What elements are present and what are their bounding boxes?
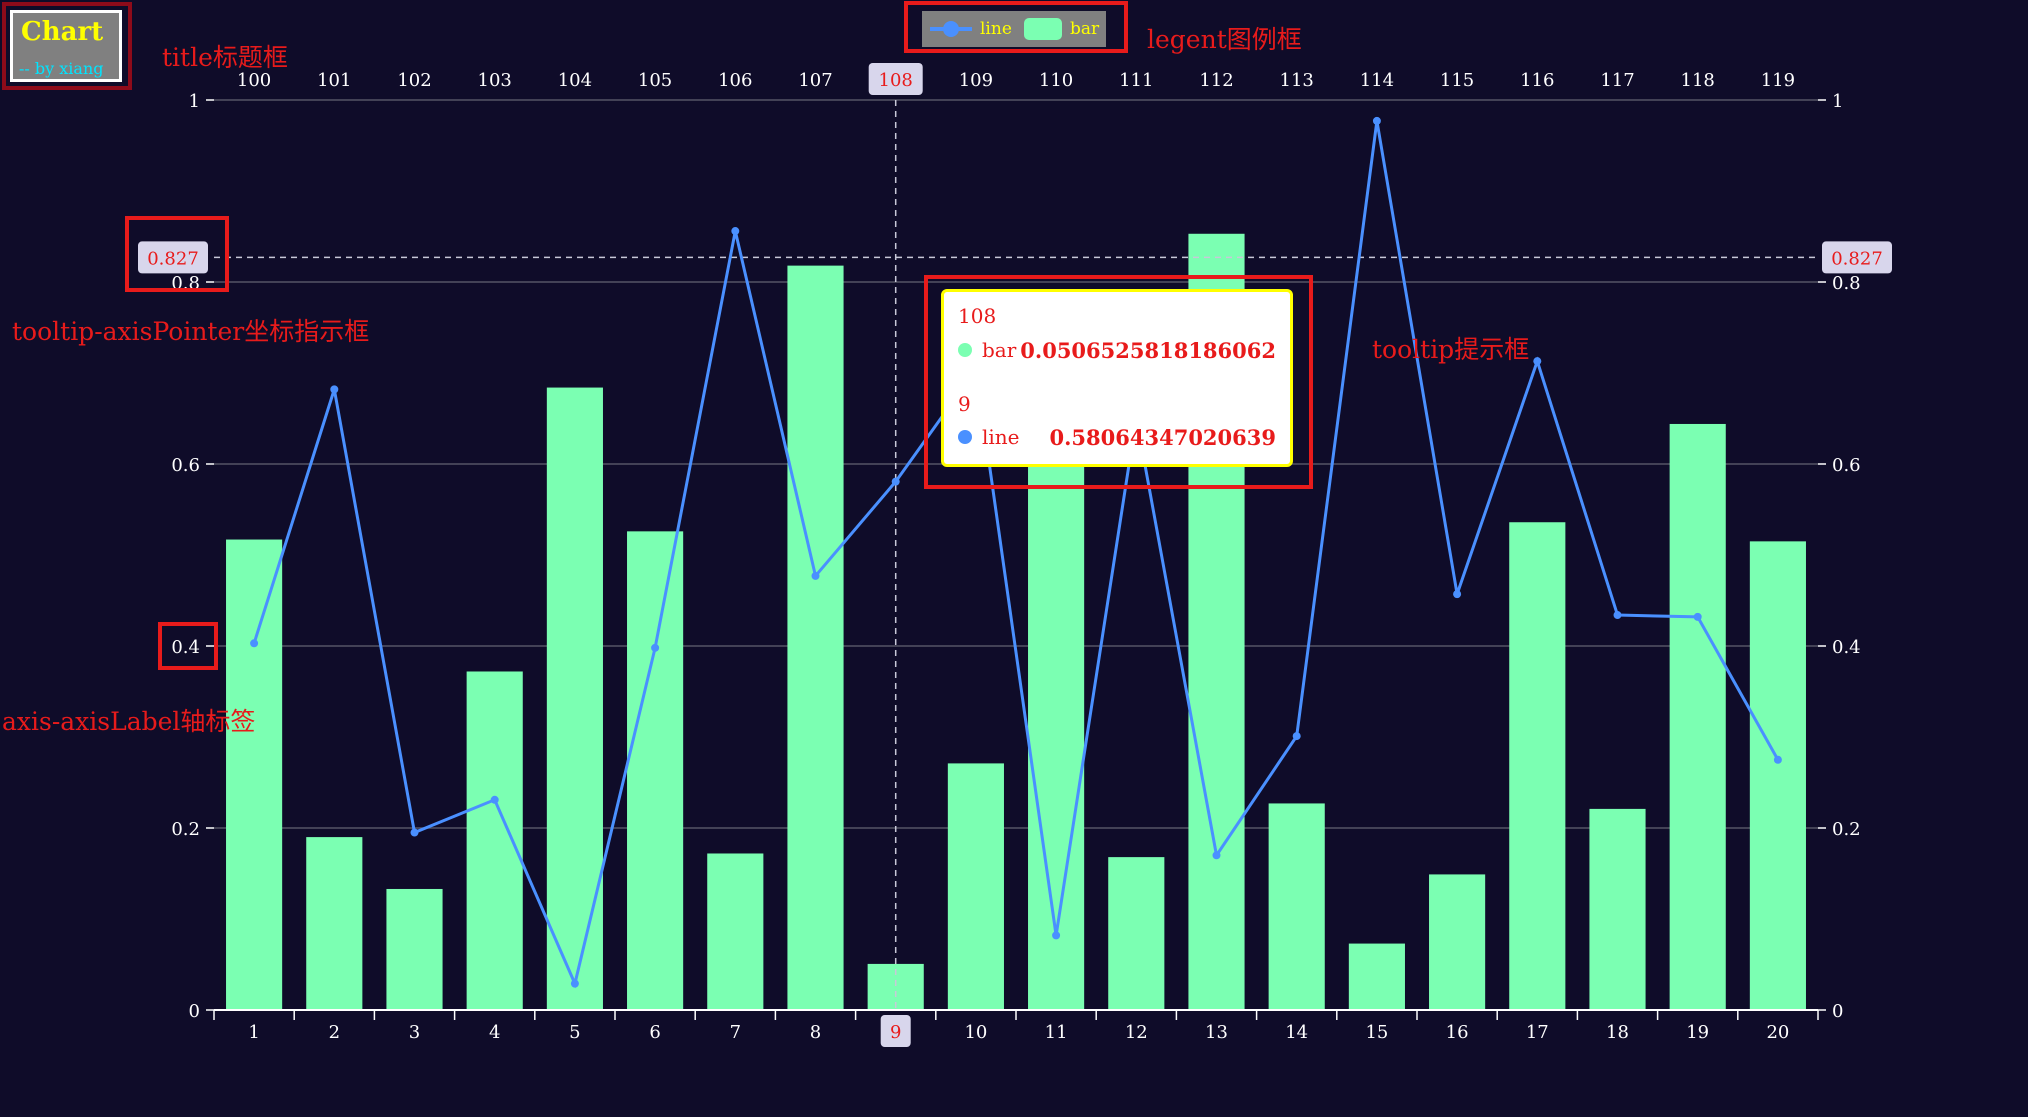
top-tick-label: 102 xyxy=(397,70,431,91)
bar xyxy=(1669,423,1726,1011)
line-point xyxy=(410,828,419,837)
legend-annotation: legent图例框 xyxy=(1147,25,1302,54)
bar xyxy=(1108,857,1165,1010)
line-point xyxy=(651,643,660,652)
x-tick-label: 5 xyxy=(569,1022,580,1043)
line-point xyxy=(250,639,259,648)
x-tick-label: 16 xyxy=(1446,1022,1469,1043)
tooltip-annotation: tooltip提示框 xyxy=(1372,335,1530,364)
top-tick-label: 113 xyxy=(1280,70,1314,91)
x-tick-label: 2 xyxy=(329,1022,340,1043)
y-tick-label-left: 0 xyxy=(189,1001,200,1022)
x-tick-label: 4 xyxy=(489,1022,500,1043)
top-tick-label: 118 xyxy=(1681,70,1715,91)
line-point xyxy=(1773,755,1782,764)
top-tick-label: 119 xyxy=(1761,70,1795,91)
top-tick-label: 114 xyxy=(1360,70,1394,91)
bar xyxy=(707,853,764,1010)
y-tick-label-left: 0.6 xyxy=(171,455,200,476)
bar xyxy=(1348,943,1405,1010)
top-tick-label: 105 xyxy=(638,70,672,91)
bar xyxy=(546,387,603,1010)
line-point xyxy=(570,979,579,988)
x-tick-label: 18 xyxy=(1606,1022,1629,1043)
top-tick-label: 116 xyxy=(1520,70,1554,91)
axis-pointer-annotation: tooltip-axisPointer坐标指示框 xyxy=(12,317,370,346)
top-tick-label: 115 xyxy=(1440,70,1474,91)
y-tick-label-left: 1 xyxy=(189,91,200,112)
chart-canvas: 0 00.2 0.20.4 0.40.6 0.60.8 0.81 11 2 3 4 5 6 7 8 9 10 1… xyxy=(138,63,1892,1047)
line-point xyxy=(1212,851,1221,860)
bar xyxy=(1429,874,1486,1010)
line-point xyxy=(490,795,499,804)
line-point xyxy=(330,385,339,394)
y-tick-label-right: 0.6 xyxy=(1832,455,1861,476)
x-tick-label: 12 xyxy=(1125,1022,1148,1043)
bar xyxy=(1268,803,1325,1010)
axis-pointer-annotation-frame xyxy=(125,216,229,292)
x-tick-label: 13 xyxy=(1205,1022,1228,1043)
title-annotation-frame xyxy=(2,2,132,90)
line-point xyxy=(811,571,820,580)
line-point xyxy=(1453,590,1462,599)
x-tick-label: 19 xyxy=(1686,1022,1709,1043)
y-tick-label-right: 0.8 xyxy=(1832,273,1861,294)
top-tick-label: 101 xyxy=(317,70,351,91)
axis-label-annotation: axis-axisLabel轴标签 xyxy=(2,707,256,736)
bar xyxy=(787,265,844,1010)
top-tick-label: 109 xyxy=(959,70,993,91)
x-tick-label: 17 xyxy=(1526,1022,1549,1043)
x-tick-label: 9 xyxy=(890,1022,901,1043)
line-point xyxy=(1292,732,1301,741)
top-tick-label: 112 xyxy=(1199,70,1233,91)
x-tick-label: 7 xyxy=(730,1022,741,1043)
x-tick-label: 8 xyxy=(810,1022,821,1043)
x-tick-label: 6 xyxy=(649,1022,660,1043)
top-tick-label: 108 xyxy=(879,70,913,91)
y-tick-label-right: 0.2 xyxy=(1832,819,1861,840)
line-point xyxy=(1693,612,1702,621)
line-point xyxy=(1372,116,1381,125)
y-tick-label-left: 0.2 xyxy=(171,819,200,840)
top-tick-label: 107 xyxy=(798,70,832,91)
top-tick-label: 117 xyxy=(1600,70,1634,91)
x-tick-label: 20 xyxy=(1766,1022,1789,1043)
x-tick-label: 10 xyxy=(964,1022,987,1043)
line-point xyxy=(1613,611,1622,620)
bar xyxy=(1589,808,1646,1010)
line-point xyxy=(891,477,900,486)
x-tick-label: 11 xyxy=(1045,1022,1068,1043)
bar xyxy=(1509,522,1566,1010)
top-tick-label: 106 xyxy=(718,70,752,91)
x-tick-label: 3 xyxy=(409,1022,420,1043)
bar xyxy=(627,531,684,1010)
axis-label-annotation-frame xyxy=(158,622,218,670)
top-tick-label: 103 xyxy=(478,70,512,91)
line-point xyxy=(1052,931,1061,940)
y-tick-label-right: 1 xyxy=(1832,91,1843,112)
y-tick-label-right: 0.4 xyxy=(1832,637,1861,658)
top-tick-label: 104 xyxy=(558,70,592,91)
bar xyxy=(466,671,523,1010)
bar xyxy=(947,763,1004,1010)
legend-annotation-frame xyxy=(904,1,1128,53)
x-tick-label: 15 xyxy=(1365,1022,1388,1043)
top-tick-label: 111 xyxy=(1119,70,1153,91)
bar xyxy=(226,539,283,1010)
bar xyxy=(386,888,443,1010)
tooltip-annotation-frame xyxy=(924,275,1313,489)
bar xyxy=(1749,541,1806,1010)
bar xyxy=(306,837,363,1010)
x-tick-label: 1 xyxy=(248,1022,259,1043)
line-point xyxy=(1533,357,1542,366)
title-annotation: title标题框 xyxy=(162,43,288,72)
x-tick-label: 14 xyxy=(1285,1022,1308,1043)
top-tick-label: 110 xyxy=(1039,70,1073,91)
y-tick-label-right: 0 xyxy=(1832,1001,1843,1022)
line-point xyxy=(731,227,740,236)
y-pointer-label-right: 0.827 xyxy=(1831,248,1883,269)
